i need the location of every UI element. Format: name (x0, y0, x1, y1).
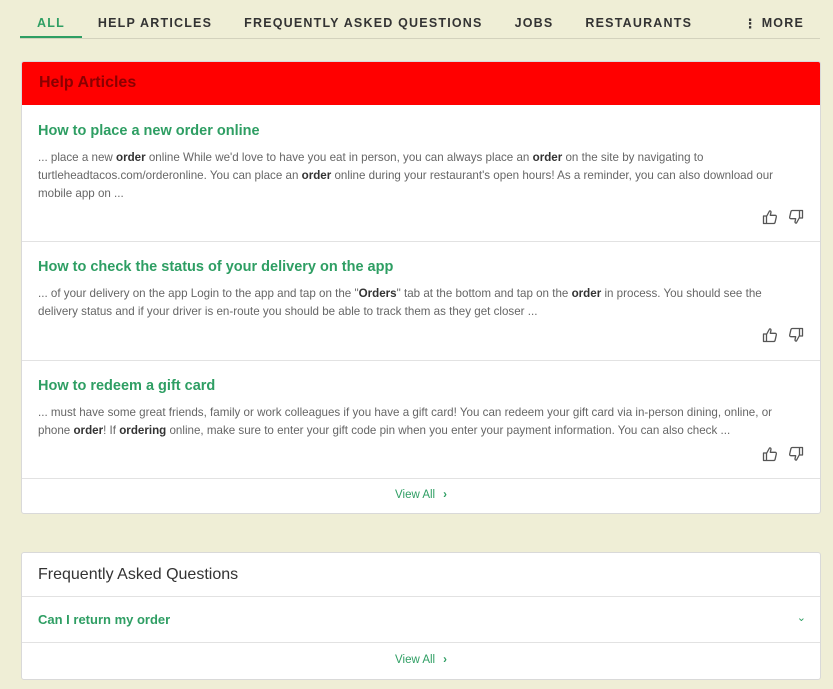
faq-header: Frequently Asked Questions (22, 553, 820, 597)
article-snippet: ... of your delivery on the app Login to… (38, 287, 762, 318)
article-snippet: ... place a new order online While we'd … (38, 151, 774, 200)
article-snippet: ... must have some great friends, family… (38, 406, 773, 437)
article-result: How to check the status of your delivery… (22, 242, 820, 361)
article-title-link[interactable]: How to place a new order online (38, 105, 804, 139)
tab-jobs[interactable]: Jobs (499, 0, 570, 38)
article-result: How to redeem a gift card ... must have … (22, 361, 820, 479)
article-title-link[interactable]: How to redeem a gift card (38, 361, 804, 394)
view-all-label: View All (395, 489, 436, 501)
faq-section: Frequently Asked Questions Can I return … (21, 552, 821, 680)
thumbs-up-icon[interactable] (762, 327, 778, 343)
chevron-right-icon: › (443, 654, 447, 666)
view-all-label: View All (395, 654, 436, 666)
help-articles-header: Help Articles (22, 62, 820, 105)
faq-question-row[interactable]: Can I return my order ⌄ (22, 597, 820, 643)
article-feedback (762, 327, 804, 343)
faq-question-text: Can I return my order (38, 612, 171, 627)
tab-restaurants[interactable]: Restaurants (569, 0, 708, 38)
kebab-icon: ⋮ (743, 16, 758, 31)
article-result: How to place a new order online ... plac… (22, 105, 820, 242)
view-all-faq-link[interactable]: View All › (22, 654, 820, 666)
vertical-tabs-bar: All Help Articles Frequently Asked Quest… (20, 0, 820, 39)
article-feedback (762, 209, 804, 225)
chevron-right-icon: › (443, 489, 447, 501)
thumbs-up-icon[interactable] (762, 446, 778, 462)
chevron-down-icon: ⌄ (796, 612, 806, 624)
article-title-link[interactable]: How to check the status of your delivery… (38, 242, 804, 275)
article-feedback (762, 446, 804, 462)
tab-help-articles[interactable]: Help Articles (82, 0, 228, 38)
thumbs-up-icon[interactable] (762, 209, 778, 225)
view-all-articles-link[interactable]: View All › (22, 489, 820, 501)
help-articles-section: Help Articles How to place a new order o… (21, 61, 821, 514)
more-tabs-button[interactable]: ⋮ More (727, 0, 820, 38)
thumbs-down-icon[interactable] (788, 327, 804, 343)
tab-faq[interactable]: Frequently Asked Questions (228, 0, 498, 38)
thumbs-down-icon[interactable] (788, 209, 804, 225)
tab-all[interactable]: All (20, 0, 82, 38)
more-label: More (761, 16, 804, 30)
thumbs-down-icon[interactable] (788, 446, 804, 462)
